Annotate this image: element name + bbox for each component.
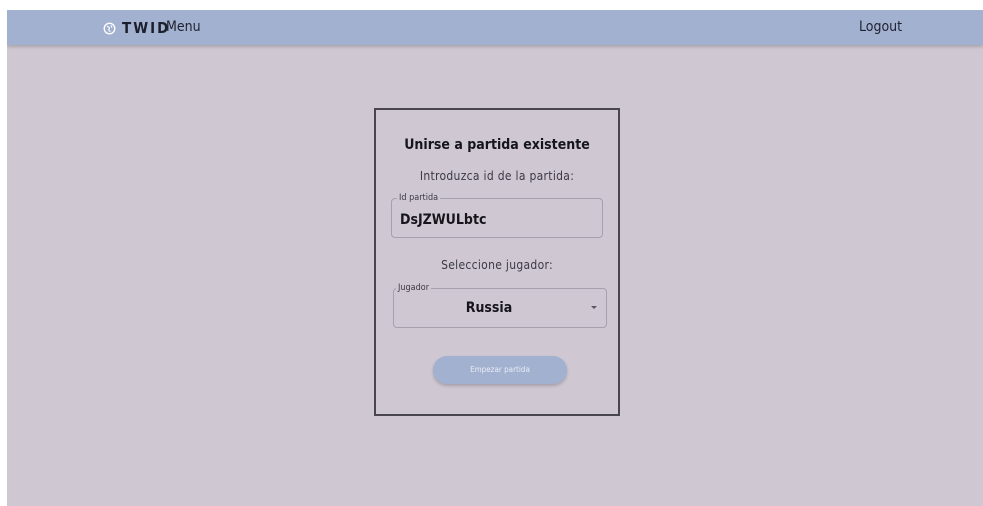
game-id-field[interactable]: Id partida — [391, 193, 603, 238]
card-title: Unirse a partida existente — [404, 137, 590, 153]
brand-name: TWID — [122, 19, 171, 37]
start-game-button[interactable]: Empezar partida — [433, 356, 567, 384]
globe-icon — [103, 22, 116, 34]
game-id-label: Id partida — [397, 193, 441, 204]
player-select-label: Jugador — [396, 283, 432, 294]
join-game-card: Unirse a partida existente Introduzca id… — [374, 108, 620, 416]
game-id-input[interactable] — [400, 212, 590, 228]
app-viewport: TWID Menu Logout Unirse a partida existe… — [7, 10, 983, 506]
player-select-value: Russia — [465, 300, 513, 316]
top-navbar: TWID Menu Logout — [7, 10, 983, 45]
player-prompt: Seleccione jugador: — [441, 258, 553, 272]
logout-link[interactable]: Logout — [859, 19, 902, 35]
player-select[interactable]: Jugador Russia — [393, 283, 607, 328]
brand-logo[interactable]: TWID — [103, 18, 170, 38]
menu-link[interactable]: Menu — [166, 19, 201, 35]
game-id-prompt: Introduzca id de la partida: — [419, 169, 575, 183]
chevron-down-icon[interactable] — [591, 306, 597, 309]
